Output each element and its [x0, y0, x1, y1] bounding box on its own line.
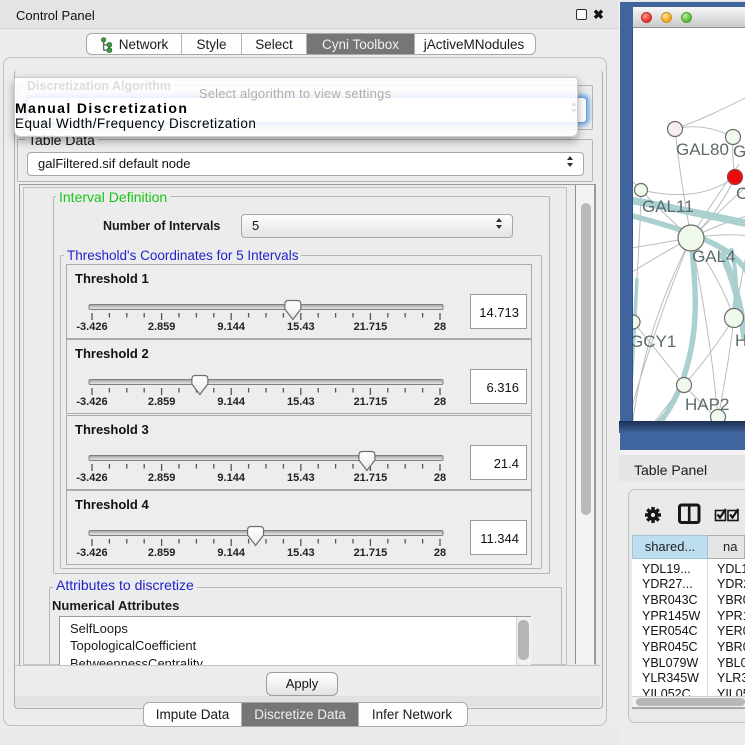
svg-text:GAL11: GAL11 — [642, 197, 694, 216]
svg-text:HAP2: HAP2 — [685, 395, 729, 414]
svg-text:GAL4: GAL4 — [692, 247, 735, 266]
svg-text:GCY1: GCY1 — [633, 332, 676, 351]
svg-text:C: C — [736, 184, 745, 203]
svg-text:H: H — [735, 331, 745, 350]
svg-text:GAL80: GAL80 — [676, 140, 729, 159]
svg-text:GA: GA — [733, 142, 745, 161]
